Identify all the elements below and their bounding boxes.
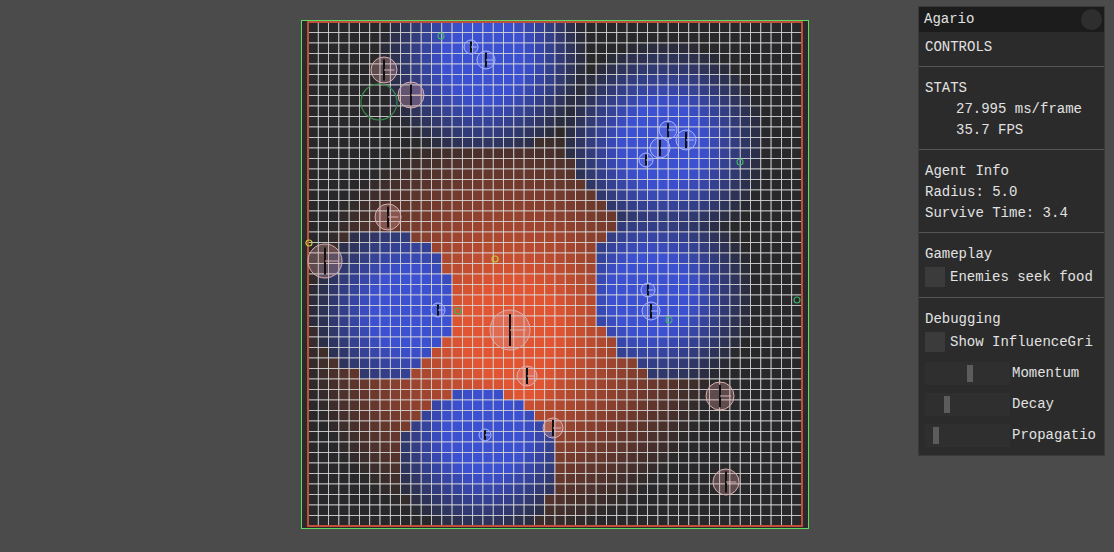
checkbox[interactable]	[925, 332, 945, 352]
debug-window[interactable]: Agario CONTROLS STATS27.995 ms/frame35.7 F…	[918, 6, 1105, 456]
enemy-agent	[517, 366, 537, 386]
separator	[918, 149, 1105, 150]
player-agent	[479, 429, 491, 441]
checkbox-label: Show InfluenceGri	[950, 332, 1093, 353]
stat-line: 27.995 ms/frame	[925, 99, 1098, 120]
slider-grab[interactable]	[944, 396, 950, 413]
game-canvas[interactable]	[301, 20, 809, 529]
checkbox-row[interactable]: Enemies seek food	[925, 265, 1098, 289]
slider-track[interactable]	[925, 424, 1010, 447]
player-agent	[477, 51, 495, 69]
checkbox-row[interactable]: Show InfluenceGri	[925, 330, 1098, 354]
checkbox-label: Enemies seek food	[950, 267, 1093, 288]
player-agent	[650, 138, 670, 158]
enemy-agent	[371, 57, 397, 83]
player-agent	[676, 130, 696, 150]
enemy-agent	[375, 204, 401, 230]
info-line: Survive Time: 3.4	[925, 203, 1098, 224]
food-pellet	[794, 297, 800, 303]
separator	[918, 66, 1105, 67]
player-agent	[464, 40, 478, 54]
collapse-button[interactable]	[1081, 9, 1102, 30]
enemy-agent	[308, 244, 342, 278]
slider-track[interactable]	[925, 362, 1010, 385]
window-title-bar[interactable]: Agario	[919, 7, 1104, 32]
section-header: STATS	[925, 78, 1098, 99]
enemy-agent	[398, 82, 424, 108]
slider-row[interactable]: Decay	[925, 393, 1098, 416]
slider-label: Decay	[1012, 394, 1054, 415]
slider-grab[interactable]	[933, 427, 939, 444]
food-pellet	[438, 33, 444, 39]
slider-row[interactable]: Momentum	[925, 362, 1098, 385]
food-pellet	[666, 317, 672, 323]
food-pellet	[492, 256, 498, 262]
section-header: CONTROLS	[925, 37, 1098, 58]
slider-track[interactable]	[925, 393, 1010, 416]
slider-label: Momentum	[1012, 363, 1079, 384]
section-header: Gameplay	[925, 244, 1098, 265]
checkbox[interactable]	[925, 267, 945, 287]
window-title: Agario	[924, 9, 974, 30]
slider-label: Propagatio	[1012, 425, 1096, 446]
player-agent	[431, 303, 445, 317]
slider-row[interactable]: Propagatio	[925, 424, 1098, 447]
arena-border	[308, 22, 802, 526]
enemy-agent	[713, 469, 739, 495]
enemy-agent	[490, 310, 530, 350]
food-pellet	[306, 240, 312, 246]
separator	[918, 232, 1105, 233]
influence-grid	[308, 22, 802, 526]
enemy-agent	[706, 382, 734, 410]
stat-line: 35.7 FPS	[925, 120, 1098, 141]
food-pellet	[455, 308, 461, 314]
player-agent	[641, 283, 655, 297]
player-agent	[642, 302, 660, 320]
info-line: Radius: 5.0	[925, 182, 1098, 203]
view-border	[302, 21, 809, 529]
section-header: Debugging	[925, 309, 1098, 330]
app: Agario CONTROLS STATS27.995 ms/frame35.7 F…	[0, 0, 1114, 552]
section-header: Agent Info	[925, 161, 1098, 182]
separator	[918, 297, 1105, 298]
food-pellet	[737, 159, 743, 165]
target-ring	[361, 84, 397, 120]
player-agent	[639, 153, 653, 167]
slider-grab[interactable]	[967, 365, 973, 382]
player-agent	[659, 121, 677, 139]
enemy-agent	[543, 418, 563, 438]
